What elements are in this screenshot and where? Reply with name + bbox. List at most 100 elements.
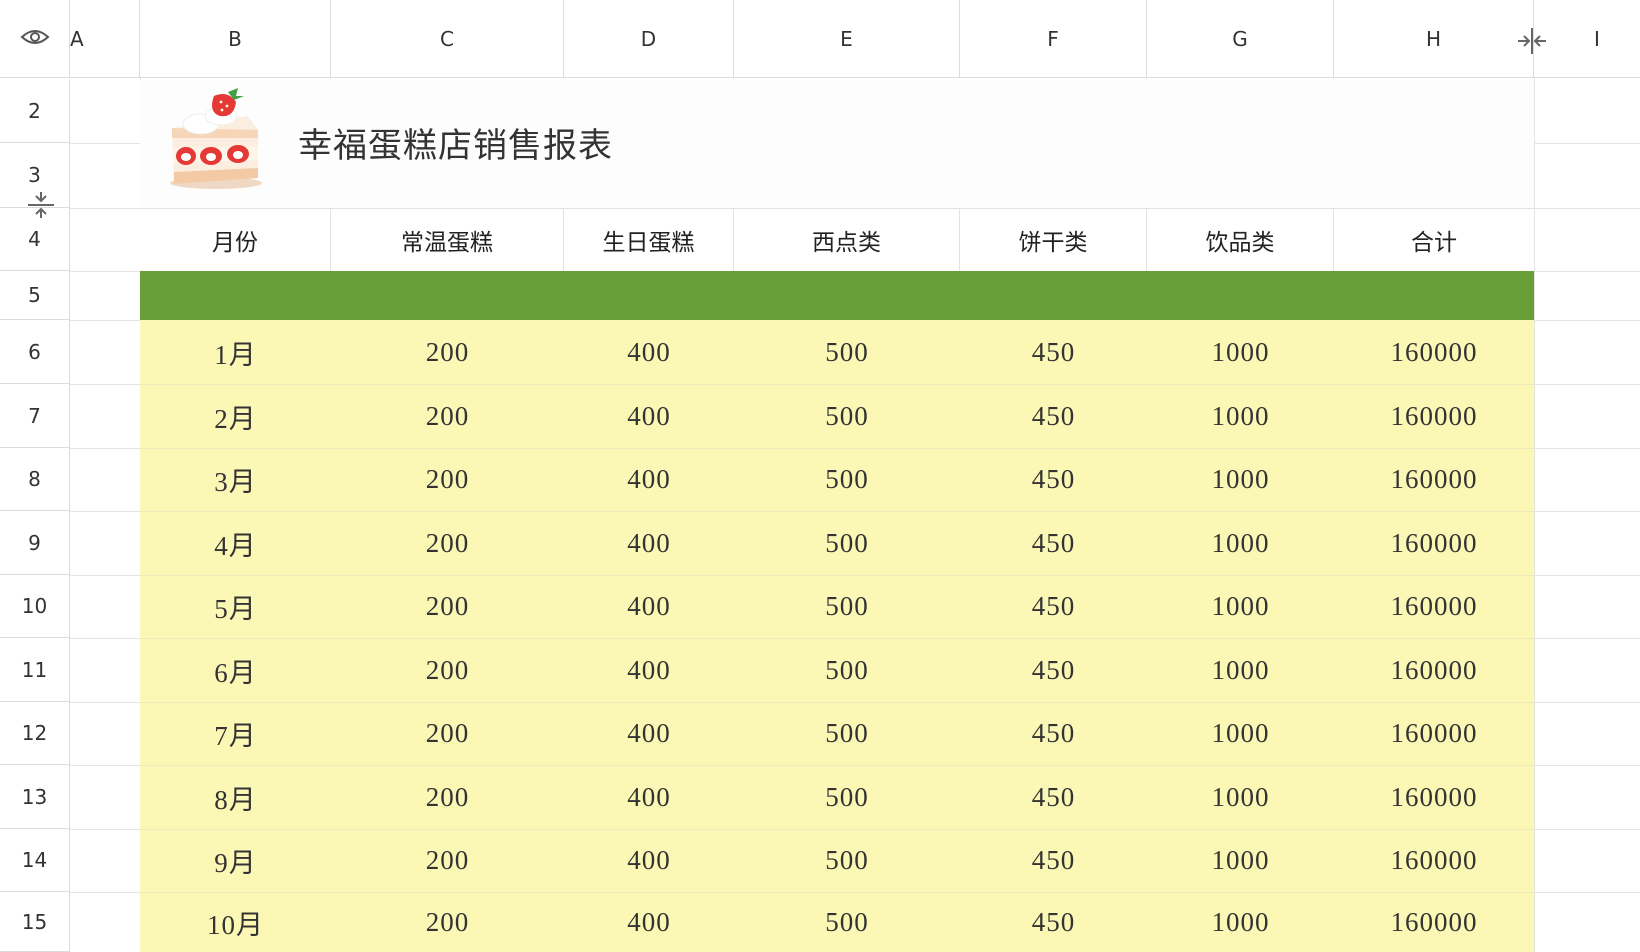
column-header-i[interactable]: I <box>1534 0 1640 78</box>
column-header-a[interactable]: A <box>70 0 140 78</box>
value-cell[interactable]: 1000 <box>1147 892 1334 952</box>
value-cell[interactable]: 200 <box>331 320 564 384</box>
green-band-row[interactable] <box>140 271 1534 320</box>
row-header-13[interactable]: 13 <box>0 765 70 829</box>
value-cell[interactable]: 1000 <box>1147 511 1334 575</box>
value-cell[interactable]: 200 <box>331 702 564 765</box>
value-cell[interactable]: 400 <box>564 829 734 892</box>
row-header-14[interactable]: 14 <box>0 829 70 892</box>
column-resize-icon[interactable] <box>1516 26 1548 60</box>
value-cell[interactable]: 160000 <box>1334 638 1534 702</box>
row-header-15[interactable]: 15 <box>0 892 70 952</box>
value-cell[interactable]: 200 <box>331 575 564 638</box>
row-resize-icon[interactable] <box>26 190 56 224</box>
value-cell[interactable]: 200 <box>331 384 564 448</box>
select-all-corner[interactable] <box>0 0 70 78</box>
month-cell[interactable]: 5月 <box>140 575 331 638</box>
month-cell[interactable]: 7月 <box>140 702 331 765</box>
month-cell[interactable]: 2月 <box>140 384 331 448</box>
value-cell[interactable]: 500 <box>734 702 960 765</box>
row-header-7[interactable]: 7 <box>0 384 70 448</box>
value-cell[interactable]: 400 <box>564 765 734 829</box>
month-cell[interactable]: 6月 <box>140 638 331 702</box>
value-cell[interactable]: 200 <box>331 765 564 829</box>
table-header-cell[interactable]: 合计 <box>1334 208 1534 271</box>
value-cell[interactable]: 1000 <box>1147 320 1334 384</box>
value-cell[interactable]: 500 <box>734 384 960 448</box>
value-cell[interactable]: 160000 <box>1334 702 1534 765</box>
value-cell[interactable]: 200 <box>331 448 564 511</box>
value-cell[interactable]: 500 <box>734 892 960 952</box>
value-cell[interactable]: 400 <box>564 384 734 448</box>
value-cell[interactable]: 1000 <box>1147 384 1334 448</box>
row-header-12[interactable]: 12 <box>0 702 70 765</box>
column-header-c[interactable]: C <box>331 0 564 78</box>
value-cell[interactable]: 1000 <box>1147 829 1334 892</box>
value-cell[interactable]: 1000 <box>1147 765 1334 829</box>
value-cell[interactable]: 450 <box>960 765 1147 829</box>
value-cell[interactable]: 450 <box>960 511 1147 575</box>
value-cell[interactable]: 160000 <box>1334 829 1534 892</box>
sheet-title[interactable]: 幸福蛋糕店销售报表 <box>298 118 613 167</box>
value-cell[interactable]: 200 <box>331 638 564 702</box>
value-cell[interactable]: 450 <box>960 702 1147 765</box>
row-header-5[interactable]: 5 <box>0 271 70 320</box>
value-cell[interactable]: 450 <box>960 575 1147 638</box>
column-header-d[interactable]: D <box>564 0 734 78</box>
value-cell[interactable]: 400 <box>564 511 734 575</box>
table-header-cell[interactable]: 生日蛋糕 <box>564 208 734 271</box>
value-cell[interactable]: 400 <box>564 892 734 952</box>
table-header-cell[interactable]: 常温蛋糕 <box>331 208 564 271</box>
value-cell[interactable]: 450 <box>960 320 1147 384</box>
value-cell[interactable]: 500 <box>734 765 960 829</box>
value-cell[interactable]: 160000 <box>1334 892 1534 952</box>
month-cell[interactable]: 4月 <box>140 511 331 575</box>
value-cell[interactable]: 400 <box>564 638 734 702</box>
month-cell[interactable]: 10月 <box>140 892 331 952</box>
value-cell[interactable]: 500 <box>734 320 960 384</box>
column-header-f[interactable]: F <box>960 0 1147 78</box>
column-header-e[interactable]: E <box>734 0 960 78</box>
value-cell[interactable]: 450 <box>960 384 1147 448</box>
value-cell[interactable]: 400 <box>564 702 734 765</box>
value-cell[interactable]: 450 <box>960 829 1147 892</box>
row-header-11[interactable]: 11 <box>0 638 70 702</box>
table-header-cell[interactable]: 西点类 <box>734 208 960 271</box>
value-cell[interactable]: 500 <box>734 829 960 892</box>
month-cell[interactable]: 8月 <box>140 765 331 829</box>
value-cell[interactable]: 160000 <box>1334 448 1534 511</box>
value-cell[interactable]: 160000 <box>1334 320 1534 384</box>
row-header-10[interactable]: 10 <box>0 575 70 638</box>
value-cell[interactable]: 450 <box>960 892 1147 952</box>
value-cell[interactable]: 400 <box>564 320 734 384</box>
value-cell[interactable]: 160000 <box>1334 575 1534 638</box>
table-header-cell[interactable]: 月份 <box>140 208 331 271</box>
value-cell[interactable]: 200 <box>331 511 564 575</box>
value-cell[interactable]: 450 <box>960 638 1147 702</box>
row-header-2[interactable]: 2 <box>0 80 70 143</box>
value-cell[interactable]: 400 <box>564 448 734 511</box>
value-cell[interactable]: 500 <box>734 511 960 575</box>
value-cell[interactable]: 200 <box>331 829 564 892</box>
value-cell[interactable]: 500 <box>734 638 960 702</box>
value-cell[interactable]: 500 <box>734 575 960 638</box>
table-header-cell[interactable]: 饼干类 <box>960 208 1147 271</box>
month-cell[interactable]: 1月 <box>140 320 331 384</box>
value-cell[interactable]: 1000 <box>1147 702 1334 765</box>
value-cell[interactable]: 160000 <box>1334 511 1534 575</box>
value-cell[interactable]: 200 <box>331 892 564 952</box>
value-cell[interactable]: 160000 <box>1334 384 1534 448</box>
value-cell[interactable]: 1000 <box>1147 638 1334 702</box>
value-cell[interactable]: 1000 <box>1147 448 1334 511</box>
column-header-b[interactable]: B <box>140 0 331 78</box>
month-cell[interactable]: 3月 <box>140 448 331 511</box>
value-cell[interactable]: 500 <box>734 448 960 511</box>
month-cell[interactable]: 9月 <box>140 829 331 892</box>
value-cell[interactable]: 160000 <box>1334 765 1534 829</box>
column-header-g[interactable]: G <box>1147 0 1334 78</box>
row-header-8[interactable]: 8 <box>0 448 70 511</box>
column-header-h[interactable]: H <box>1334 0 1534 78</box>
value-cell[interactable]: 450 <box>960 448 1147 511</box>
row-header-6[interactable]: 6 <box>0 320 70 384</box>
table-header-cell[interactable]: 饮品类 <box>1147 208 1334 271</box>
